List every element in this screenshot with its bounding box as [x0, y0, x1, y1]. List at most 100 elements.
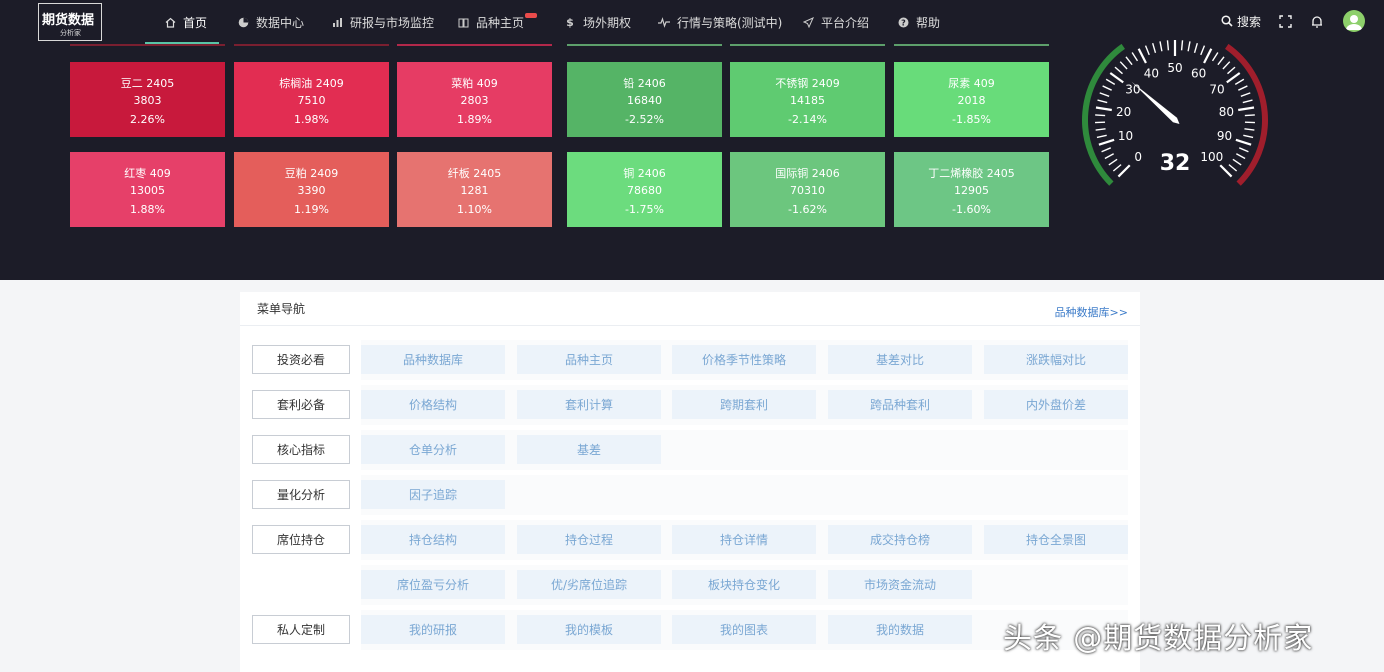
tile-change: -2.52% [625, 113, 664, 126]
quote-tile-down[interactable]: 铅 2406 16840 -2.52% [567, 62, 722, 137]
menu-panel-header: 菜单导航 品种数据库>> [240, 292, 1140, 326]
nav-quotes-strategy[interactable]: 行情与策略(测试中) [658, 0, 782, 44]
tile-change: 1.10% [457, 203, 492, 216]
gauge-minor-tick [1099, 92, 1110, 97]
menu-link[interactable]: 品种数据库 [361, 345, 505, 374]
quote-tile-up[interactable]: 红枣 409 13005 1.88% [70, 152, 225, 227]
menu-link[interactable]: 跨期套利 [672, 390, 816, 419]
gauge-tick-label: 80 [1219, 105, 1234, 119]
gauge-minor-tick [1114, 66, 1123, 75]
gauge-major-tick [1109, 72, 1124, 84]
gauge-minor-tick [1144, 45, 1150, 56]
menu-link[interactable]: 我的研报 [361, 615, 505, 644]
quote-tile-down[interactable]: 不锈钢 2409 14185 -2.14% [730, 62, 885, 137]
nav-home[interactable]: 首页 [164, 0, 207, 44]
menu-link[interactable]: 品种主页 [517, 345, 661, 374]
gauge-tick-label: 40 [1144, 67, 1159, 81]
quote-tile-down[interactable]: 丁二烯橡胶 2405 12905 -1.60% [894, 152, 1049, 227]
gauge-major-tick [1235, 138, 1252, 146]
menu-link[interactable]: 价格结构 [361, 390, 505, 419]
menu-link[interactable]: 成交持仓榜 [828, 525, 972, 554]
bell-icon[interactable] [1311, 9, 1323, 33]
menu-link[interactable]: 市场资金流动 [828, 570, 972, 599]
menu-link[interactable]: 席位盈亏分析 [361, 570, 505, 599]
nav-variety-home[interactable]: 品种主页 [457, 0, 538, 44]
nav-data-center[interactable]: 数据中心 [237, 0, 304, 44]
nav-label: 数据中心 [256, 15, 305, 30]
menu-link[interactable]: 跨品种套利 [828, 390, 972, 419]
tile-change: -2.14% [788, 113, 827, 126]
menu-link[interactable]: 套利计算 [517, 390, 661, 419]
menu-link[interactable]: 我的数据 [828, 615, 972, 644]
quote-tile-down[interactable]: 尿素 409 2018 -1.85% [894, 62, 1049, 137]
gauge-major-tick [1095, 106, 1112, 112]
category-invest[interactable]: 投资必看 [252, 345, 350, 374]
bar-chart-icon [331, 16, 343, 28]
tile-name: 菜粕 409 [451, 77, 498, 90]
nav-platform-intro[interactable]: 平台介绍 [802, 0, 869, 44]
nav-label: 行情与策略(测试中) [677, 15, 783, 30]
gauge-tick-labels: 010 20 30 40 50 6070 80 90 100 [1116, 61, 1234, 164]
menu-link[interactable]: 优/劣席位追踪 [517, 570, 661, 599]
menu-link[interactable]: 持仓详情 [672, 525, 816, 554]
gauge-minor-tick [1240, 92, 1251, 97]
menu-link[interactable]: 我的模板 [517, 615, 661, 644]
gauge-minor-tick [1211, 52, 1219, 62]
gauge-tick-label: 50 [1167, 61, 1182, 75]
nav-research-monitor[interactable]: 研报与市场监控 [331, 0, 434, 44]
gauge-minor-tick [1244, 114, 1255, 117]
quote-tile-down[interactable]: 国际铜 2406 70310 -1.62% [730, 152, 885, 227]
gauge-minor-tick [1095, 114, 1106, 117]
logo-subtitle: 分析家 [60, 29, 81, 37]
category-positions[interactable]: 席位持仓 [252, 525, 350, 554]
tile-name: 红枣 409 [124, 167, 171, 180]
menu-link[interactable]: 涨跌幅对比 [984, 345, 1128, 374]
group-line [234, 44, 389, 46]
tile-change: -1.62% [788, 203, 827, 216]
gauge-minor-tick [1238, 147, 1249, 153]
tile-change: -1.60% [952, 203, 991, 216]
menu-link[interactable]: 持仓全景图 [984, 525, 1128, 554]
tile-price: 2018 [957, 94, 986, 107]
quote-tile-up[interactable]: 豆二 2405 3803 2.26% [70, 62, 225, 137]
tile-change: 1.19% [294, 203, 329, 216]
menu-link[interactable]: 基差对比 [828, 345, 972, 374]
tile-change: 1.89% [457, 113, 492, 126]
gauge-minor-tick [1097, 99, 1108, 104]
gauge-minor-tick [1119, 61, 1128, 70]
quote-tile-down[interactable]: 铜 2406 78680 -1.75% [567, 152, 722, 227]
quote-tile-up[interactable]: 豆粕 2409 3390 1.19% [234, 152, 389, 227]
gauge-minor-tick [1242, 99, 1253, 104]
gauge-minor-tick [1112, 164, 1122, 172]
group-line [894, 44, 1049, 46]
menu-link[interactable]: 价格季节性策略 [672, 345, 816, 374]
category-core-indicators[interactable]: 核心指标 [252, 435, 350, 464]
menu-link[interactable]: 板块持仓变化 [672, 570, 816, 599]
tile-name: 不锈钢 2409 [775, 77, 840, 90]
site-logo[interactable]: 期货数据 分析家 [38, 3, 102, 41]
category-arbitrage[interactable]: 套利必备 [252, 390, 350, 419]
menu-link[interactable]: 持仓结构 [361, 525, 505, 554]
quote-tile-up[interactable]: 纤板 2405 1281 1.10% [397, 152, 552, 227]
quote-tile-up[interactable]: 菜粕 409 2803 1.89% [397, 62, 552, 137]
quote-tile-up[interactable]: 棕榈油 2409 7510 1.98% [234, 62, 389, 137]
gauge-major-tick [1226, 72, 1241, 84]
menu-link[interactable]: 基差 [517, 435, 661, 464]
tile-change: 2.26% [130, 113, 165, 126]
variety-db-link[interactable]: 品种数据库>> [1055, 304, 1128, 320]
menu-link[interactable]: 仓单分析 [361, 435, 505, 464]
gauge-value: 32 [1160, 151, 1191, 176]
gauge-minor-tick [1152, 42, 1157, 53]
nav-otc-options[interactable]: $ 场外期权 [564, 0, 631, 44]
menu-link[interactable]: 内外盘价差 [984, 390, 1128, 419]
gauge-minor-tick [1232, 158, 1242, 166]
gauge-minor-tick [1180, 40, 1184, 51]
menu-link[interactable]: 持仓过程 [517, 525, 661, 554]
menu-link[interactable]: 因子追踪 [361, 480, 505, 509]
avatar[interactable] [1343, 10, 1365, 32]
category-custom[interactable]: 私人定制 [252, 615, 350, 644]
menu-link[interactable]: 我的图表 [672, 615, 816, 644]
book-icon [457, 16, 469, 28]
nav-help[interactable]: ? 帮助 [897, 0, 940, 44]
category-quant[interactable]: 量化分析 [252, 480, 350, 509]
